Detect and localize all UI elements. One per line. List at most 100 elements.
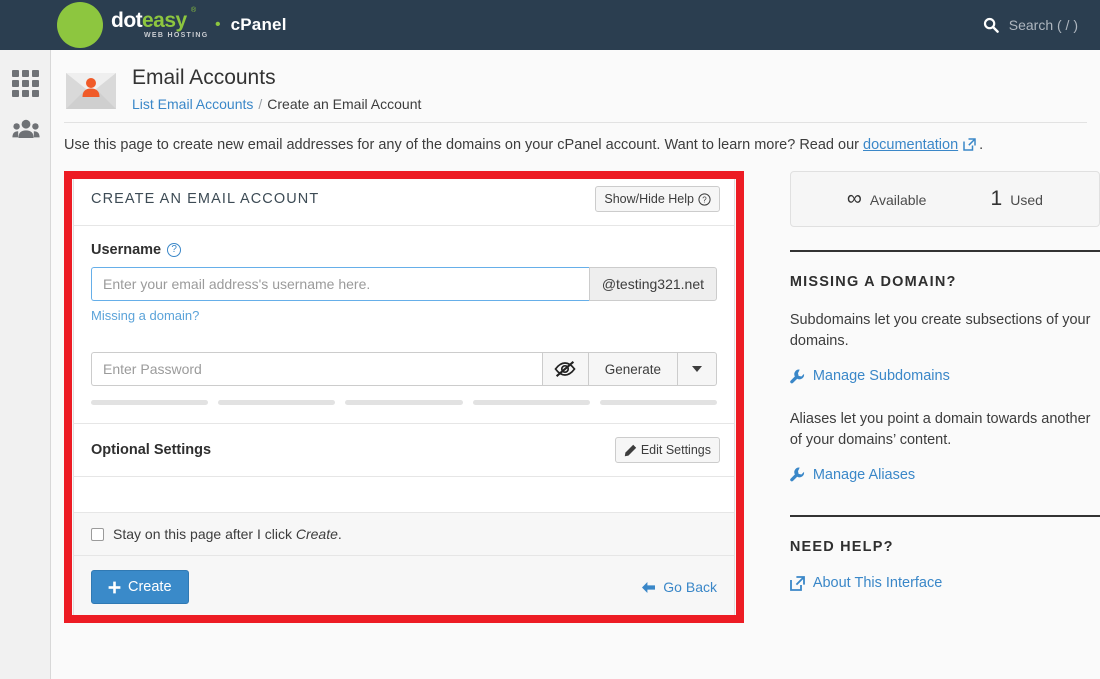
page-description-text-before: Use this page to create new email addres…: [64, 137, 864, 153]
about-this-interface-label: About This Interface: [812, 575, 943, 591]
optional-settings-body: [74, 476, 734, 512]
breadcrumb: List Email Accounts / Create an Email Acco…: [132, 96, 421, 112]
email-account-icon: [64, 67, 118, 111]
edit-settings-label: Edit Settings: [640, 443, 711, 457]
stay-on-page-checkbox-row: Stay on this page after I click Create.: [74, 512, 734, 556]
strength-segment: [472, 400, 590, 405]
stay-on-page-checkbox[interactable]: [91, 527, 104, 541]
card-body: Username ? @testing321.net Missing a dom…: [74, 226, 734, 423]
manage-subdomains-link[interactable]: Manage Subdomains: [790, 368, 950, 384]
svg-text:?: ?: [702, 195, 707, 204]
password-input-group: Generate: [91, 352, 717, 386]
search-button[interactable]: Search ( / ): [983, 17, 1078, 33]
page-header: Email Accounts List Email Accounts / Creat…: [51, 50, 1100, 112]
need-help-divider: [789, 515, 1100, 517]
main-content: Email Accounts List Email Accounts / Creat…: [51, 50, 1100, 679]
wrench-icon: [790, 467, 805, 482]
page-header-text: Email Accounts List Email Accounts / Creat…: [132, 64, 421, 112]
nav-separator-dot: •: [215, 16, 221, 33]
quota-available-label: Available: [869, 192, 927, 208]
page-title: Email Accounts: [132, 66, 276, 89]
breadcrumb-current: Create an Email Account: [267, 96, 422, 112]
logo-registered-mark: ®: [191, 7, 197, 14]
doteasy-logo[interactable]: dot easy ® WEB HOSTING: [57, 2, 211, 48]
stay-on-page-label[interactable]: Stay on this page after I click Create.: [113, 526, 342, 542]
quota-used-label: Used: [1010, 192, 1043, 208]
show-hide-help-label: Show/Hide Help: [604, 192, 694, 206]
content-columns: CREATE AN EMAIL ACCOUNT Show/Hide Help ?…: [51, 171, 1100, 623]
username-input-group: @testing321.net: [91, 267, 717, 301]
quota-used-value: 1: [990, 187, 1003, 210]
users-icon: [11, 118, 40, 140]
strength-segment: [91, 400, 209, 405]
grid-icon: [12, 69, 39, 97]
question-circle-icon: ?: [698, 192, 711, 206]
need-help-heading: NEED HELP?: [789, 539, 894, 555]
quota-available-value: ∞: [846, 187, 862, 210]
logo-dot-text: dot: [111, 9, 143, 32]
create-button[interactable]: Create: [91, 570, 189, 604]
strength-segment: [599, 400, 718, 405]
optional-settings-title: Optional Settings: [91, 442, 212, 458]
breadcrumb-link-list-email-accounts[interactable]: List Email Accounts: [132, 96, 253, 112]
stay-text-emphasis: Create: [295, 526, 338, 542]
password-strength-meter: [91, 400, 718, 423]
external-link-icon: [789, 575, 805, 591]
alias-description: Aliases let you point a domain towards a…: [789, 410, 1091, 448]
search-placeholder-text: Search ( / ): [1008, 17, 1078, 33]
logo-text-wrap: dot easy ® WEB HOSTING: [103, 2, 211, 48]
breadcrumb-separator: /: [258, 96, 263, 112]
left-sidebar-rail: [0, 50, 51, 679]
arrow-left-icon: [641, 581, 656, 594]
page-description: Use this page to create new email addres…: [64, 137, 1100, 153]
domain-addon: @testing321.net: [588, 267, 717, 301]
generate-password-options-button[interactable]: [677, 352, 717, 386]
generate-password-button[interactable]: Generate: [587, 352, 677, 386]
pencil-icon: [624, 444, 637, 457]
nav-app-title: cPanel: [230, 15, 287, 34]
documentation-link[interactable]: documentation: [863, 137, 958, 153]
logo-subtitle: WEB HOSTING: [144, 32, 209, 39]
missing-a-domain-link[interactable]: Missing a domain?: [91, 308, 717, 323]
header-divider: [64, 122, 1087, 123]
strength-segment: [218, 400, 336, 405]
edit-settings-button[interactable]: Edit Settings: [614, 437, 720, 463]
plus-icon: [108, 581, 121, 594]
go-back-link[interactable]: Go Back: [641, 579, 717, 595]
eye-slash-icon: [554, 360, 576, 378]
username-label-row: Username ?: [91, 242, 717, 258]
optional-settings-header: Optional Settings Edit Settings: [74, 424, 734, 476]
quota-available: ∞ Available: [847, 187, 927, 211]
card-footer: Create Go Back: [74, 556, 734, 620]
strength-segment: [345, 400, 463, 405]
right-sidebar: ∞ Available 1 Used MISSING A DOMAIN? Sub…: [789, 171, 1100, 621]
manage-subdomains-label: Manage Subdomains: [812, 368, 950, 384]
generate-label: Generate: [604, 361, 661, 377]
password-input[interactable]: [91, 352, 542, 386]
chevron-down-icon: [692, 366, 702, 372]
card-header: CREATE AN EMAIL ACCOUNT Show/Hide Help ?: [74, 172, 734, 226]
wrench-icon: [790, 369, 805, 384]
question-circle-icon[interactable]: ?: [167, 243, 182, 257]
left-column: CREATE AN EMAIL ACCOUNT Show/Hide Help ?…: [64, 171, 768, 623]
create-email-account-card: CREATE AN EMAIL ACCOUNT Show/Hide Help ?…: [73, 171, 735, 621]
toggle-password-visibility-button[interactable]: [541, 352, 588, 386]
page-root: dot easy ® WEB HOSTING • cPanel Search (…: [0, 0, 1100, 679]
quota-box: ∞ Available 1 Used: [789, 171, 1100, 227]
username-label: Username: [91, 242, 162, 258]
logo-circle: [57, 2, 103, 48]
about-this-interface-link[interactable]: About This Interface: [789, 575, 943, 591]
top-navigation-bar: dot easy ® WEB HOSTING • cPanel Search (…: [0, 0, 1100, 50]
stay-text-after: .: [337, 526, 342, 542]
show-hide-help-button[interactable]: Show/Hide Help ?: [595, 186, 720, 212]
username-input[interactable]: [91, 267, 589, 301]
manage-aliases-link[interactable]: Manage Aliases: [790, 467, 915, 483]
sidebar-item-user-manager[interactable]: [0, 106, 51, 152]
go-back-label: Go Back: [663, 579, 717, 595]
logo-easy-text: easy: [142, 9, 187, 32]
missing-domain-divider: [789, 250, 1100, 252]
page-description-text-after: .: [979, 137, 984, 153]
external-link-icon: [963, 138, 976, 151]
sidebar-item-apps-grid[interactable]: [0, 60, 51, 106]
stay-text-before: Stay on this page after I click: [113, 526, 296, 542]
